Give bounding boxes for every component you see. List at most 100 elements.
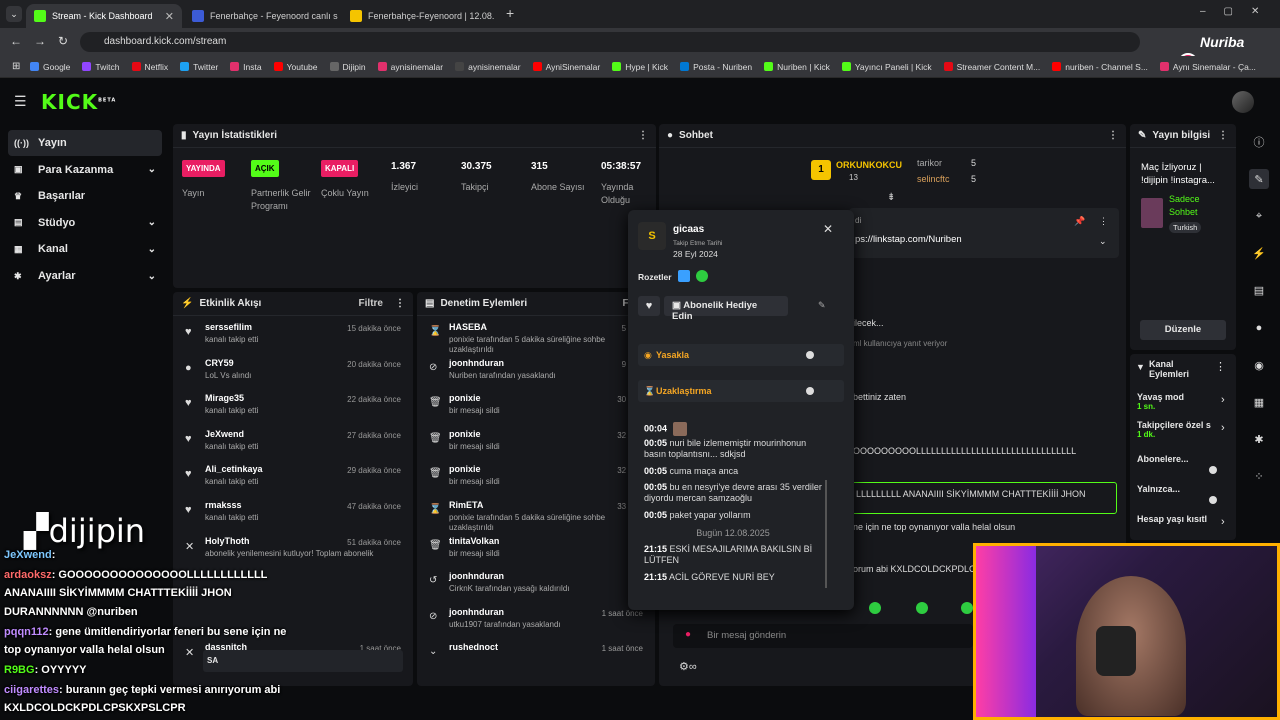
bookmark-6[interactable]: Dijipin bbox=[329, 62, 366, 72]
scrollbar[interactable] bbox=[825, 480, 827, 588]
more-options-icon[interactable]: ⋮ bbox=[638, 130, 648, 141]
close-icon[interactable]: ✕ bbox=[823, 222, 833, 236]
bookmark-1[interactable]: Twitch bbox=[82, 62, 120, 72]
chevron-right-icon[interactable]: › bbox=[1221, 516, 1225, 528]
kick-logo[interactable]: KICKBETA bbox=[41, 90, 116, 114]
target-icon[interactable]: ⌖ bbox=[1249, 206, 1269, 226]
new-tab-button[interactable]: + bbox=[506, 5, 514, 21]
browser-tab-0[interactable]: Stream - Kick Dashboard ✕ bbox=[26, 4, 182, 28]
edit-icon[interactable]: ✎ bbox=[1249, 169, 1269, 190]
bookmark-2[interactable]: Netflix bbox=[131, 62, 168, 72]
chat-message[interactable]: ne için ne top oynanıyor valla helal ols… bbox=[853, 522, 1113, 533]
more-options-icon[interactable]: ⋮ bbox=[1099, 216, 1108, 227]
bookmark-3[interactable]: Twitter bbox=[180, 62, 218, 72]
user-avatar[interactable] bbox=[1232, 91, 1254, 113]
table-row[interactable]: ⊘ joonhnduran utku1907 tarafından yasaklan… bbox=[417, 607, 655, 643]
emote-icon[interactable] bbox=[869, 602, 881, 614]
info-icon[interactable]: ⓘ bbox=[1249, 132, 1269, 152]
bookmark-0[interactable]: Google bbox=[30, 62, 70, 72]
table-row[interactable]: ⌛ HASEBA ponixie tarafından 5 dakika sürel… bbox=[417, 322, 655, 358]
broadcast-icon[interactable]: ◉ bbox=[1249, 355, 1269, 375]
channel-action-0[interactable]: Yavaş mod 1 sn. › bbox=[1137, 392, 1233, 416]
bolt-icon[interactable]: ⚡ bbox=[1249, 244, 1269, 264]
more-options-icon[interactable]: ⋮ bbox=[395, 298, 405, 309]
edit-icon[interactable]: ✎ bbox=[818, 300, 826, 311]
chat-message[interactable]: LLLLLLLLL ANANAIIII SİKYİMMMM CHATTTEKİİ… bbox=[849, 482, 1117, 514]
top-gifter-name[interactable]: ORKUNKOKCU bbox=[836, 160, 902, 170]
table-row[interactable]: ⌛ RimETA ponixie tarafından 5 dakika sürel… bbox=[417, 500, 655, 536]
window-controls[interactable]: –▢✕ bbox=[1200, 6, 1277, 17]
list-item[interactable]: ♥ Mirage35 kanalı takip etti 22 dakika önce bbox=[173, 393, 413, 429]
table-row[interactable]: 🗑ponixiebir mesajı sildi30 daki bbox=[417, 393, 655, 429]
document-icon[interactable]: ▤ bbox=[1249, 281, 1269, 301]
chevron-down-icon[interactable]: ⌄ bbox=[1099, 236, 1107, 247]
channel-action-2[interactable]: Abonelere... bbox=[1137, 454, 1233, 478]
more-options-icon[interactable]: ⋮ bbox=[1215, 360, 1226, 373]
pin-icon[interactable]: 📌 bbox=[1074, 216, 1085, 227]
sidebar-item-2[interactable]: ♛ Başarılar bbox=[8, 183, 162, 209]
table-row[interactable]: ⊘ joonhnduran Nuriben tarafından yasakland… bbox=[417, 358, 655, 394]
sidebar-item-0[interactable]: ((·)) Yayın bbox=[8, 130, 162, 156]
bookmark-7[interactable]: aynisinemalar bbox=[377, 62, 443, 72]
nav-buttons[interactable]: ←→↻ bbox=[10, 34, 80, 48]
chat-settings-icon[interactable]: ⚙∞ bbox=[679, 660, 697, 673]
list-item[interactable]: ♥ rmaksss kanalı takip etti 47 dakika önce bbox=[173, 500, 413, 536]
bookmark-16[interactable]: Aynı Sinemalar - Ça... bbox=[1159, 62, 1256, 72]
gift-subscription-button[interactable]: ▣ Abonelik Hediye Edin bbox=[664, 296, 788, 322]
hamburger-menu-icon[interactable]: ☰ bbox=[14, 93, 27, 110]
list-item[interactable]: ● CRY59 LoL Vs alındı 20 dakika önce bbox=[173, 358, 413, 394]
table-row[interactable]: ↺ joonhnduran CirknK tarafından yasağı kal… bbox=[417, 571, 655, 607]
channel-action-3[interactable]: Yalnızca... bbox=[1137, 484, 1233, 508]
sidebar-item-1[interactable]: ▣ Para Kazanma ⌄ bbox=[8, 157, 162, 183]
bookmark-8[interactable]: aynisinemalar bbox=[455, 62, 521, 72]
channel-action-1[interactable]: Takipçilere özel s1 dk. › bbox=[1137, 420, 1233, 444]
more-options-icon[interactable]: ⋮ bbox=[1218, 130, 1228, 141]
emote-icon[interactable] bbox=[961, 602, 973, 614]
chat-message[interactable]: OOOOOOOOOLLLLLLLLLLLLLLLLLLLLLLLLLLLLLLL… bbox=[853, 446, 1113, 457]
chat-icon[interactable]: ● bbox=[1249, 318, 1269, 338]
layout-icon[interactable]: ▦ bbox=[1249, 392, 1269, 412]
chat-input[interactable]: ● Bir mesaj gönderin bbox=[673, 624, 973, 648]
chat-message[interactable]: ml kullanıcıya yanıt veriyor bbox=[853, 338, 1113, 349]
modal-username[interactable]: gicaas bbox=[673, 224, 704, 235]
list-item[interactable]: ♥ Ali_cetinkaya kanalı takip etti 29 dakika… bbox=[173, 464, 413, 500]
bookmark-10[interactable]: Hype | Kick bbox=[612, 62, 668, 72]
chevron-down-icon[interactable]: ⌄ bbox=[148, 244, 156, 255]
sidebar-item-5[interactable]: ✱ Ayarlar ⌄ bbox=[8, 263, 162, 289]
chevron-right-icon[interactable]: › bbox=[1221, 422, 1225, 434]
table-row[interactable]: 🗑ponixiebir mesajı sildi32 daki bbox=[417, 464, 655, 500]
table-row[interactable]: 🗑tinitaVolkanbir mesajı sildi1 sa bbox=[417, 536, 655, 572]
bookmark-14[interactable]: Streamer Content M... bbox=[943, 62, 1040, 72]
bookmark-13[interactable]: Yayıncı Paneli | Kick bbox=[841, 62, 932, 72]
apps-grid-icon[interactable]: ⊞ bbox=[12, 61, 20, 72]
bookmark-5[interactable]: Youtube bbox=[273, 62, 318, 72]
bookmark-11[interactable]: Posta - Nuriben bbox=[680, 62, 752, 72]
chat-message[interactable]: ilecek... bbox=[853, 318, 1113, 329]
browser-tab-2[interactable]: Fenerbahçe-Feyenoord | 12.08.✕ bbox=[342, 4, 498, 28]
more-options-icon[interactable]: ⋮ bbox=[1108, 130, 1118, 141]
table-row[interactable]: 🗑ponixiebir mesajı sildi32 daki bbox=[417, 429, 655, 465]
tab-search-button[interactable]: ⌄ bbox=[6, 6, 22, 22]
channel-action-4[interactable]: Hesap yaşı kısıtl › bbox=[1137, 514, 1233, 538]
pinned-link[interactable]: ps://linkstap.com/Nuriben bbox=[855, 234, 962, 245]
filter-button[interactable]: Filtre bbox=[359, 298, 383, 309]
bookmark-4[interactable]: Insta bbox=[230, 62, 262, 72]
gifter-3-name[interactable]: selincftc bbox=[917, 174, 950, 184]
pinned-message[interactable]: di ps://linkstap.com/Nuriben 📌 ⋮ ⌄ bbox=[849, 208, 1119, 258]
chevron-down-icon[interactable]: ⌄ bbox=[148, 271, 156, 282]
chevron-down-icon[interactable]: ⌄ bbox=[148, 164, 156, 175]
list-item[interactable]: ♥ serssefilim kanalı takip etti 15 dakika ö… bbox=[173, 322, 413, 358]
chat-message[interactable]: bettiniz zaten bbox=[853, 392, 1113, 403]
bookmark-15[interactable]: nuriben - Channel S... bbox=[1052, 62, 1148, 72]
gifter-2-name[interactable]: tarikor bbox=[917, 158, 942, 168]
expand-icon[interactable]: ⇟ bbox=[887, 192, 895, 203]
chevron-right-icon[interactable]: › bbox=[1221, 394, 1225, 406]
close-tab-icon[interactable]: ✕ bbox=[165, 10, 174, 23]
microphone-icon[interactable]: ● bbox=[685, 629, 691, 640]
heart-icon[interactable]: ♥ bbox=[638, 296, 660, 316]
url-field[interactable]: dashboard.kick.com/stream bbox=[80, 32, 1140, 52]
bookmark-9[interactable]: AyniSinemalar bbox=[532, 62, 600, 72]
emote-icon[interactable] bbox=[916, 602, 928, 614]
users-icon[interactable]: ⁘ bbox=[1249, 467, 1269, 487]
list-item[interactable]: ♥ JeXwend kanalı takip etti 27 dakika önce bbox=[173, 429, 413, 465]
